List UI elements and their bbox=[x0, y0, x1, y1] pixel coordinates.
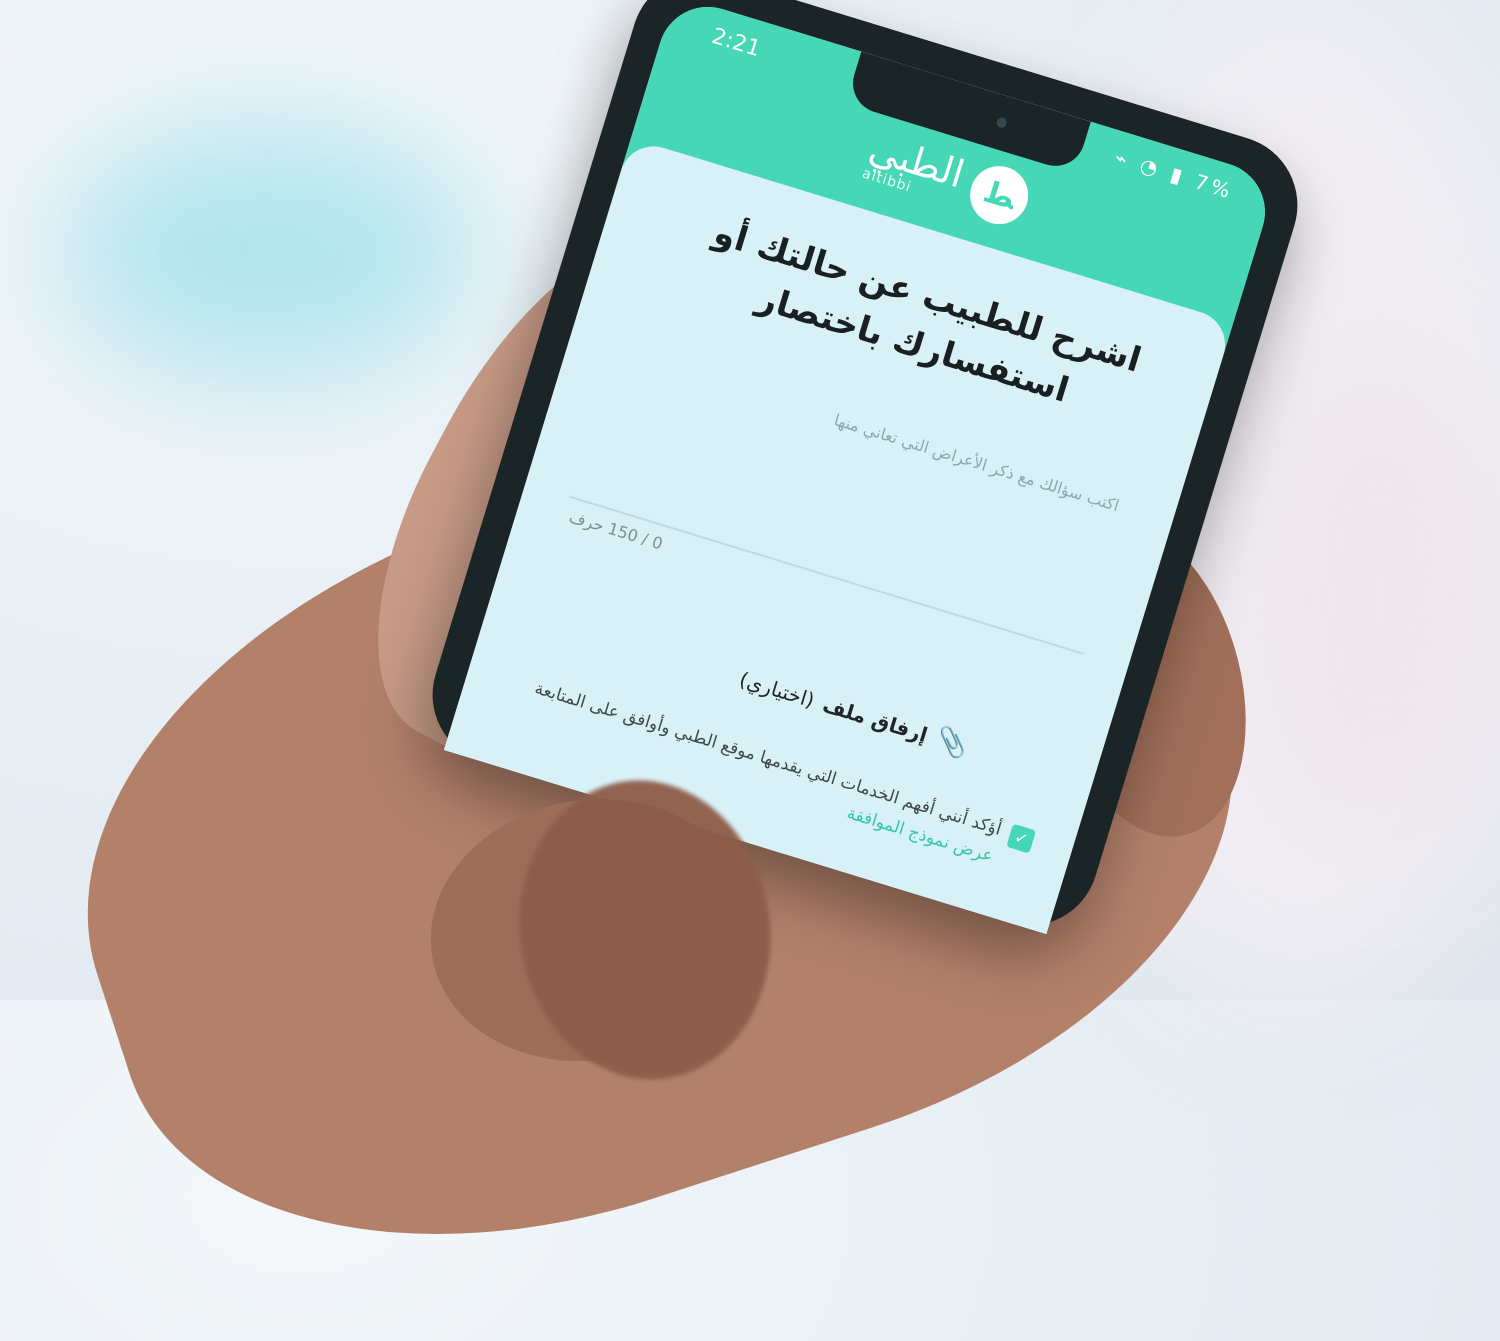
status-time: 2:21 bbox=[708, 23, 764, 63]
camera-dot bbox=[995, 116, 1008, 129]
background-pink-blur bbox=[1250, 350, 1500, 850]
brand-mark-icon: ﻂ bbox=[963, 159, 1036, 232]
background-teal-blur bbox=[60, 120, 480, 380]
brand-text: الطبي altibbi bbox=[860, 126, 969, 209]
